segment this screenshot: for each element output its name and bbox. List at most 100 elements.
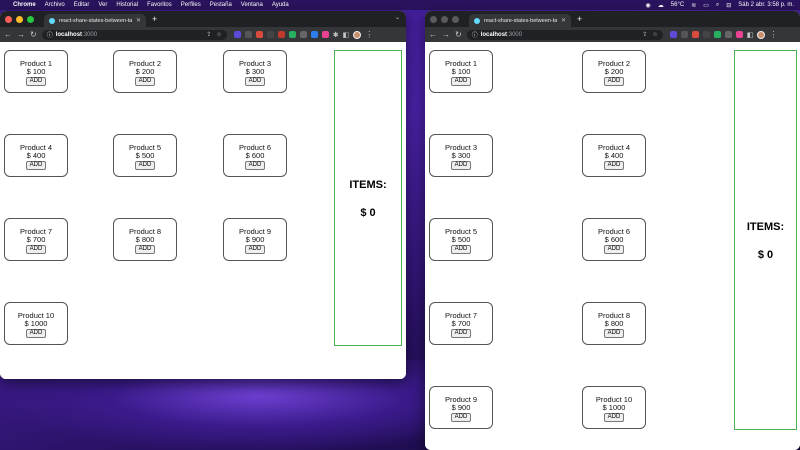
wifi-icon[interactable]: ≋ [691, 2, 696, 9]
close-window-button[interactable] [5, 15, 12, 23]
bookmark-star-icon[interactable]: ☆ [216, 31, 221, 38]
browser-tab[interactable]: react-share-states-between-tabs ✕ [44, 14, 146, 27]
tab-strip: react-share-states-between-tabs ✕ + [425, 11, 800, 27]
extension-icon[interactable] [310, 31, 318, 38]
extension-icon[interactable] [691, 31, 699, 38]
add-to-cart-button[interactable]: ADD [450, 161, 472, 171]
menu-item-pestana[interactable]: Pestaña [210, 2, 232, 8]
add-to-cart-button[interactable]: ADD [25, 161, 47, 171]
menu-item-archivo[interactable]: Archivo [45, 2, 65, 8]
bookmark-star-icon[interactable]: ☆ [652, 31, 657, 38]
add-to-cart-button[interactable]: ADD [603, 329, 625, 339]
extension-icon[interactable] [233, 31, 241, 38]
menu-item-ventana[interactable]: Ventana [241, 2, 263, 8]
new-tab-button[interactable]: + [152, 14, 157, 24]
add-to-cart-button[interactable]: ADD [244, 161, 266, 171]
address-bar[interactable]: ⓘ localhost:3000 ⇪ ☆ [41, 29, 227, 40]
add-to-cart-button[interactable]: ADD [134, 77, 156, 87]
sidepanel-icon[interactable]: ◧ [747, 31, 754, 39]
menu-item-favoritos[interactable]: Favoritos [147, 2, 172, 8]
add-to-cart-button[interactable]: ADD [603, 245, 625, 255]
menu-item-ver[interactable]: Ver [98, 2, 107, 8]
search-icon[interactable]: ⌕ [716, 2, 719, 9]
extension-icon[interactable] [288, 31, 296, 38]
page-content: Product 1 $ 100 ADD Product 2 $ 200 ADD Produc… [0, 42, 406, 379]
zoom-window-button[interactable] [27, 15, 34, 23]
product-card: Product 1 $ 100 ADD [429, 50, 493, 93]
product-price: $ 600 [245, 151, 265, 161]
reload-icon[interactable]: ↻ [455, 30, 462, 39]
extension-icon[interactable] [724, 31, 732, 38]
react-favicon-icon [474, 17, 480, 24]
clock[interactable]: Sáb 2 abr. 3:58 p. m. [738, 2, 794, 8]
menu-item-editar[interactable]: Editar [74, 2, 90, 8]
add-to-cart-button[interactable]: ADD [25, 77, 47, 87]
menu-item-historial[interactable]: Historial [116, 2, 138, 8]
close-tab-icon[interactable]: ✕ [561, 17, 566, 24]
add-to-cart-button[interactable]: ADD [25, 329, 47, 339]
chevron-down-icon[interactable]: ⌄ [395, 14, 400, 21]
add-to-cart-button[interactable]: ADD [134, 161, 156, 171]
info-icon[interactable]: ⓘ [47, 30, 53, 39]
add-to-cart-button[interactable]: ADD [450, 413, 472, 423]
extensions-puzzle-icon[interactable]: ✱ [333, 31, 339, 39]
extension-icon[interactable] [735, 31, 743, 38]
page-content: Product 1 $ 100 ADD Product 2 $ 200 ADD Produc… [425, 42, 800, 450]
add-to-cart-button[interactable]: ADD [603, 161, 625, 171]
address-bar[interactable]: ⓘ localhost:3000 ⇪ ☆ [466, 29, 663, 40]
add-to-cart-button[interactable]: ADD [244, 77, 266, 87]
extension-icon[interactable] [266, 31, 274, 38]
add-to-cart-button[interactable]: ADD [450, 329, 472, 339]
share-icon[interactable]: ⇪ [206, 31, 211, 38]
menu-item-ayuda[interactable]: Ayuda [272, 2, 289, 8]
menu-item-perfiles[interactable]: Perfiles [181, 2, 201, 8]
back-icon[interactable]: ← [429, 30, 437, 39]
minimize-window-button[interactable] [441, 15, 448, 23]
forward-icon[interactable]: → [17, 30, 25, 39]
add-to-cart-button[interactable]: ADD [25, 245, 47, 255]
avatar[interactable] [757, 30, 766, 39]
extension-icon[interactable] [255, 31, 263, 38]
product-price: $ 500 [135, 151, 155, 161]
product-card: Product 10 $ 1000 ADD [4, 302, 68, 345]
new-tab-button[interactable]: + [577, 14, 582, 24]
extension-icon[interactable] [299, 31, 307, 38]
sidepanel-icon[interactable]: ◧ [343, 31, 350, 39]
product-price: $ 200 [604, 67, 624, 77]
reload-icon[interactable]: ↻ [30, 30, 37, 39]
more-menu-icon[interactable]: ⋮ [769, 30, 777, 39]
add-to-cart-button[interactable]: ADD [603, 77, 625, 87]
battery-icon[interactable]: ▭ [703, 2, 709, 9]
add-to-cart-button[interactable]: ADD [603, 413, 625, 423]
control-center-icon[interactable]: ⊟ [726, 2, 731, 9]
browser-tab[interactable]: react-share-states-between-tabs ✕ [469, 14, 571, 27]
cart-total: $ 0 [360, 207, 376, 219]
add-to-cart-button[interactable]: ADD [244, 245, 266, 255]
extension-icon[interactable] [244, 31, 252, 38]
extension-icon[interactable] [321, 31, 329, 38]
extension-icon[interactable] [702, 31, 710, 38]
product-price: $ 100 [451, 67, 471, 77]
share-icon[interactable]: ⇪ [642, 31, 647, 38]
menu-app-name[interactable]: Chrome [13, 2, 36, 8]
forward-icon[interactable]: → [442, 30, 450, 39]
weather-icon: ☁ [657, 2, 664, 9]
extension-icon[interactable] [713, 31, 721, 38]
extension-icon[interactable] [669, 31, 677, 38]
close-tab-icon[interactable]: ✕ [136, 17, 141, 24]
record-icon[interactable]: ◉ [646, 2, 651, 9]
add-to-cart-button[interactable]: ADD [450, 245, 472, 255]
close-window-button[interactable] [430, 15, 437, 23]
info-icon[interactable]: ⓘ [472, 30, 478, 39]
adblock-icon[interactable] [277, 31, 285, 38]
product-price: $ 600 [604, 235, 624, 245]
avatar[interactable] [353, 30, 362, 39]
product-price: $ 400 [26, 151, 46, 161]
add-to-cart-button[interactable]: ADD [134, 245, 156, 255]
zoom-window-button[interactable] [452, 15, 459, 23]
add-to-cart-button[interactable]: ADD [450, 77, 472, 87]
minimize-window-button[interactable] [16, 15, 23, 23]
back-icon[interactable]: ← [4, 30, 12, 39]
more-menu-icon[interactable]: ⋮ [365, 30, 373, 39]
extension-icon[interactable] [680, 31, 688, 38]
